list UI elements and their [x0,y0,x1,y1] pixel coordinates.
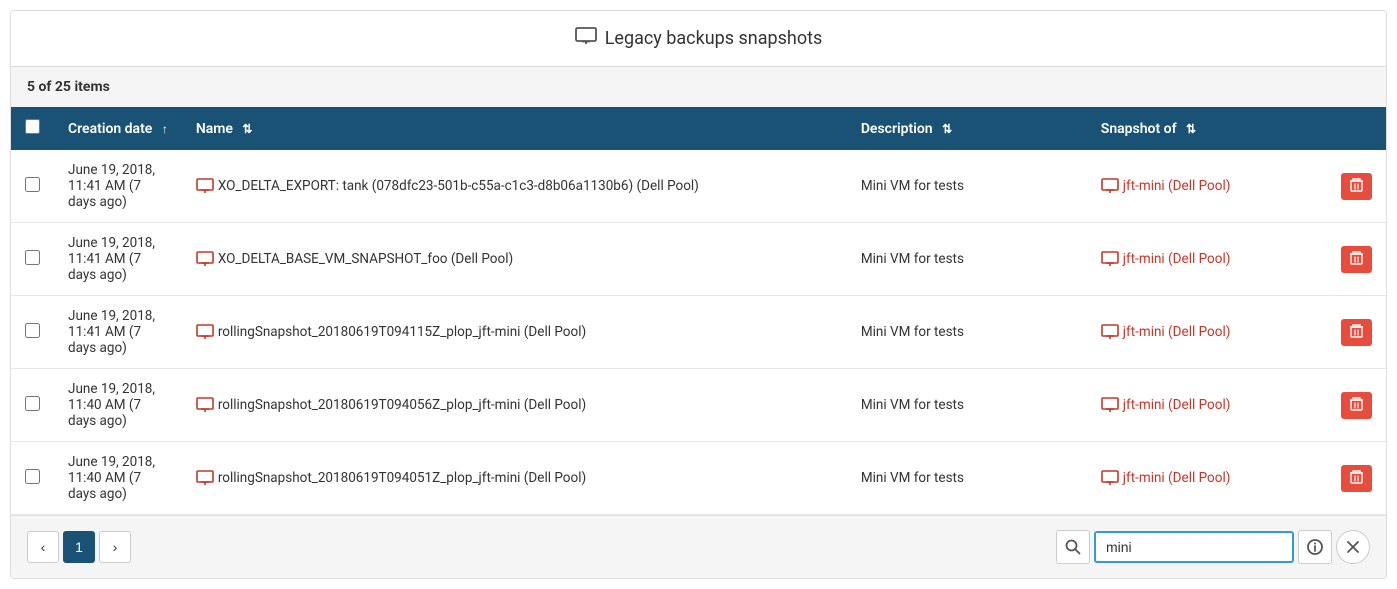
pagination-next[interactable]: › [99,531,131,563]
snapshot-of-link[interactable]: jft-mini (Dell Pool) [1123,324,1231,340]
table-header-row: Creation date ↑ Name ⇅ Description ⇅ S [11,107,1386,150]
row-actions [1327,442,1386,515]
row-checkbox-cell [11,369,54,442]
row-checkbox[interactable] [25,323,40,338]
sort-arrow-name: ⇅ [242,122,252,136]
snapshot-vm-icon [1101,470,1123,486]
header-actions [1327,107,1386,150]
vm-icon [196,397,218,413]
row-name: rollingSnapshot_20180619T094056Z_plop_jf… [182,369,847,442]
delete-button[interactable] [1341,465,1372,492]
table-row: June 19, 2018, 11:40 AM (7 days ago) rol… [11,369,1386,442]
table-body: June 19, 2018, 11:41 AM (7 days ago) XO_… [11,150,1386,515]
delete-button[interactable] [1341,246,1372,273]
page-title: Legacy backups snapshots [605,28,823,49]
row-actions [1327,223,1386,296]
header-checkbox-col [11,107,54,150]
row-checkbox-cell [11,296,54,369]
items-count: 5 of 25 items [11,67,1386,107]
data-table: Creation date ↑ Name ⇅ Description ⇅ S [11,107,1386,515]
row-actions [1327,369,1386,442]
content-area: 5 of 25 items Creation date ↑ Name [11,67,1386,578]
snapshot-vm-icon [1101,324,1123,340]
sort-arrow-snapshot: ⇅ [1186,122,1196,136]
snapshot-of-link[interactable]: jft-mini (Dell Pool) [1123,470,1231,486]
snapshot-of-link[interactable]: jft-mini (Dell Pool) [1123,178,1231,194]
header-description[interactable]: Description ⇅ [847,107,1087,150]
row-actions [1327,296,1386,369]
row-snapshot-of: jft-mini (Dell Pool) [1087,150,1327,223]
snapshot-vm-icon [1101,178,1123,194]
row-checkbox-cell [11,442,54,515]
delete-button[interactable] [1341,173,1372,200]
vm-icon [196,251,218,267]
row-checkbox[interactable] [25,250,40,265]
row-creation-date: June 19, 2018, 11:40 AM (7 days ago) [54,442,182,515]
snapshot-vm-icon [1101,397,1123,413]
vm-icon [196,470,218,486]
row-creation-date: June 19, 2018, 11:41 AM (7 days ago) [54,223,182,296]
vm-icon [196,178,218,194]
table-row: June 19, 2018, 11:41 AM (7 days ago) rol… [11,296,1386,369]
table-row: June 19, 2018, 11:41 AM (7 days ago) XO_… [11,223,1386,296]
table-row: June 19, 2018, 11:41 AM (7 days ago) XO_… [11,150,1386,223]
row-checkbox[interactable] [25,469,40,484]
snapshot-of-link[interactable]: jft-mini (Dell Pool) [1123,251,1231,267]
search-button[interactable] [1056,530,1090,564]
snapshot-of-link[interactable]: jft-mini (Dell Pool) [1123,397,1231,413]
pagination-page-1[interactable]: 1 [63,531,95,563]
row-snapshot-of: jft-mini (Dell Pool) [1087,223,1327,296]
monitor-icon [575,27,597,50]
row-name: rollingSnapshot_20180619T094051Z_plop_jf… [182,442,847,515]
search-input[interactable] [1094,531,1294,563]
row-name: XO_DELTA_BASE_VM_SNAPSHOT_foo (Dell Pool… [182,223,847,296]
header-creation-date[interactable]: Creation date ↑ [54,107,182,150]
row-description: Mini VM for tests [847,369,1087,442]
delete-button[interactable] [1341,319,1372,346]
row-creation-date: June 19, 2018, 11:41 AM (7 days ago) [54,296,182,369]
clear-search-button[interactable] [1336,530,1370,564]
pagination-prev[interactable]: ‹ [27,531,59,563]
snapshot-vm-icon [1101,251,1123,267]
table-container: Creation date ↑ Name ⇅ Description ⇅ S [11,107,1386,515]
row-creation-date: June 19, 2018, 11:40 AM (7 days ago) [54,369,182,442]
select-all-checkbox[interactable] [25,119,40,134]
row-name: XO_DELTA_EXPORT: tank (078dfc23-501b-c55… [182,150,847,223]
pagination: ‹ 1 › [27,531,131,563]
delete-button[interactable] [1341,392,1372,419]
header-name[interactable]: Name ⇅ [182,107,847,150]
row-snapshot-of: jft-mini (Dell Pool) [1087,369,1327,442]
search-area [1056,530,1370,564]
page-header: Legacy backups snapshots [11,11,1386,67]
page-wrapper: Legacy backups snapshots 5 of 25 items C… [10,10,1387,579]
table-row: June 19, 2018, 11:40 AM (7 days ago) rol… [11,442,1386,515]
row-snapshot-of: jft-mini (Dell Pool) [1087,442,1327,515]
row-checkbox-cell [11,150,54,223]
row-description: Mini VM for tests [847,150,1087,223]
pagination-area: ‹ 1 › [11,515,1386,578]
info-button[interactable] [1298,530,1332,564]
row-checkbox[interactable] [25,396,40,411]
header-snapshot-of[interactable]: Snapshot of ⇅ [1087,107,1327,150]
sort-arrow-up: ↑ [162,122,168,136]
row-name: rollingSnapshot_20180619T094115Z_plop_jf… [182,296,847,369]
row-description: Mini VM for tests [847,223,1087,296]
row-description: Mini VM for tests [847,442,1087,515]
row-description: Mini VM for tests [847,296,1087,369]
vm-icon [196,324,218,340]
row-checkbox-cell [11,223,54,296]
sort-arrow-description: ⇅ [942,122,952,136]
row-creation-date: June 19, 2018, 11:41 AM (7 days ago) [54,150,182,223]
row-actions [1327,150,1386,223]
row-snapshot-of: jft-mini (Dell Pool) [1087,296,1327,369]
row-checkbox[interactable] [25,177,40,192]
